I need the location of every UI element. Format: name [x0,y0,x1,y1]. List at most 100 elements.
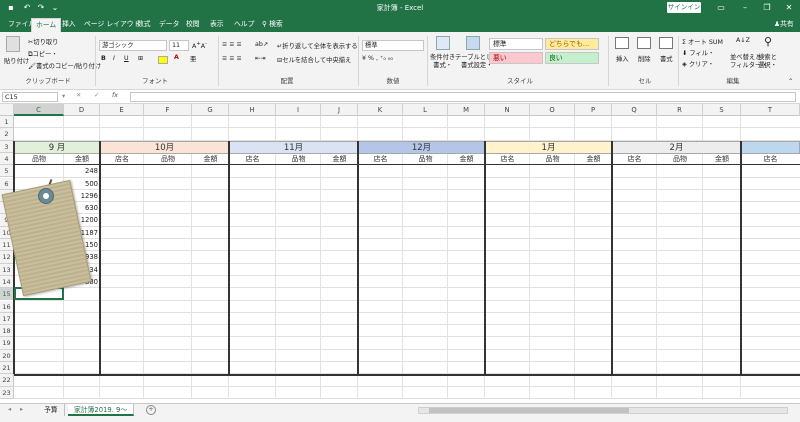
row-header-17[interactable]: 17 [0,312,14,326]
column-header-N[interactable]: N [485,104,530,116]
sort-filter-icon[interactable]: A↓Z [736,37,750,44]
scrollbar-thumb[interactable] [429,408,629,413]
column-header-C[interactable]: C [14,104,64,116]
column-header-K[interactable]: K [358,104,403,116]
row-header-18[interactable]: 18 [0,325,14,338]
style-good[interactable]: 良い [545,52,599,64]
column-header-L[interactable]: L [403,104,448,116]
column-header-E[interactable]: E [100,104,144,116]
merge-center-button[interactable]: ⊟セルを結合して中央揃え [277,55,351,64]
month-header[interactable] [741,140,800,154]
month-header[interactable]: 1月 [485,140,612,154]
column-header-T[interactable]: T [741,104,800,116]
tab-review[interactable]: 校閲 [182,16,204,32]
month-header[interactable]: 2月 [612,140,741,154]
column-header-F[interactable]: F [144,104,192,116]
row-header-15[interactable]: 15 [0,288,14,301]
fill-color-icon[interactable] [158,56,168,64]
prev-sheet-icon[interactable]: ◂ [8,406,11,413]
confirm-entry-icon[interactable]: ✓ [94,92,99,99]
borders-icon[interactable]: ⊞ [138,55,143,62]
style-neutral[interactable]: どちらでも... [545,38,599,50]
share-button[interactable]: ♟共有 [770,16,798,32]
row-header-14[interactable]: 14 [0,275,14,289]
row-header-16[interactable]: 16 [0,300,14,313]
column-header-S[interactable]: S [703,104,741,116]
row-header-21[interactable]: 21 [0,362,14,375]
row-header-13[interactable]: 13 [0,263,14,276]
amount-cell[interactable]: 248 [64,165,98,177]
row-header-3[interactable]: 3 [0,140,14,153]
format-as-table-icon[interactable] [466,36,480,50]
formula-input[interactable] [130,92,796,102]
row-header-6[interactable]: 6 [0,177,14,190]
row-header-19[interactable]: 19 [0,337,14,350]
sheet-tab-kakeibo[interactable]: 家計簿2019. 9～ [68,404,135,416]
font-name-select[interactable]: 游ゴシック [99,40,167,51]
format-button[interactable]: 書式 [660,54,673,63]
column-header-P[interactable]: P [575,104,612,116]
column-header-I[interactable]: I [276,104,321,116]
horizontal-scrollbar[interactable] [418,407,788,414]
name-box[interactable]: C15 [2,92,58,102]
next-sheet-icon[interactable]: ▸ [20,406,23,413]
tab-data[interactable]: データ [155,16,183,32]
tell-me-search[interactable]: ⚲ 検索 [258,16,287,32]
month-header[interactable]: 10月 [100,140,229,154]
minimize-icon[interactable]: – [738,2,752,14]
tab-home[interactable]: ホーム [31,18,62,32]
column-header-J[interactable]: J [321,104,358,116]
row-header-12[interactable]: 12 [0,251,14,264]
namebox-dropdown-icon[interactable]: ▾ [62,93,65,100]
format-cells-icon[interactable] [659,37,673,49]
row-header-2[interactable]: 2 [0,128,14,141]
underline-button[interactable]: U [124,55,129,62]
copy-button[interactable]: ⧉コピー・ [28,49,58,59]
insert-function-icon[interactable]: fx [112,92,118,99]
align-left-icon[interactable]: ≡ ≡ ≡ [222,55,242,62]
autosum-button[interactable]: Σ オート SUM [682,37,723,46]
clear-button[interactable]: ◈ クリア・ [682,59,714,68]
font-grow-icon[interactable]: A+A- [192,41,207,50]
row-header-5[interactable]: 5 [0,165,14,178]
tab-help[interactable]: ヘルプ [230,16,258,32]
month-header[interactable]: 11月 [229,140,358,154]
tab-insert[interactable]: 挿入 [58,16,80,32]
column-header-M[interactable]: M [448,104,485,116]
column-header-R[interactable]: R [657,104,703,116]
italic-button[interactable]: I [113,55,115,62]
column-header-D[interactable]: D [64,104,100,116]
paste-icon[interactable] [6,36,20,52]
cut-button[interactable]: ✂切り取り [28,37,58,46]
orientation-icon[interactable]: ab↗ [255,41,268,48]
row-header-4[interactable]: 4 [0,152,14,166]
worksheet-grid[interactable]: 12345678910111213141516171819202122239 月… [0,116,800,403]
row-header-23[interactable]: 23 [0,386,14,399]
delete-button[interactable]: 削除 [638,54,651,63]
format-painter-button[interactable]: 🖌書式のコピー/貼り付け [28,61,101,70]
column-header-O[interactable]: O [530,104,575,116]
font-color-icon[interactable]: A [174,54,179,61]
style-bad[interactable]: 悪い [489,52,543,64]
indent-icon[interactable]: ⇤⇥ [255,55,266,62]
collapse-ribbon-icon[interactable]: ⌃ [788,78,793,85]
conditional-format-button[interactable]: 条件付き 書式・ [430,54,455,70]
sign-in-button[interactable]: サインイン [667,2,701,13]
insert-button[interactable]: 挿入 [616,54,629,63]
month-header[interactable]: 9 月 [14,140,100,154]
cancel-entry-icon[interactable]: ✕ [76,92,81,99]
phonetic-icon[interactable]: 亜 [190,54,196,63]
number-format-select[interactable]: 標準 [362,40,424,51]
column-header-G[interactable]: G [192,104,229,116]
insert-cells-icon[interactable] [615,37,629,49]
column-header-Q[interactable]: Q [612,104,657,116]
delete-cells-icon[interactable] [637,37,651,49]
find-select-button[interactable]: 検索と 選択・ [758,54,777,70]
month-header[interactable]: 12月 [358,140,485,154]
close-icon[interactable]: ✕ [782,2,796,14]
sheet-tab-budget[interactable]: 予算 [38,404,65,416]
maximize-icon[interactable]: ❐ [760,2,774,14]
magnifier-icon[interactable]: ⚲ [764,35,772,48]
align-top-icon[interactable]: ≡ ≡ ≡ [222,41,242,48]
row-header-20[interactable]: 20 [0,349,14,362]
